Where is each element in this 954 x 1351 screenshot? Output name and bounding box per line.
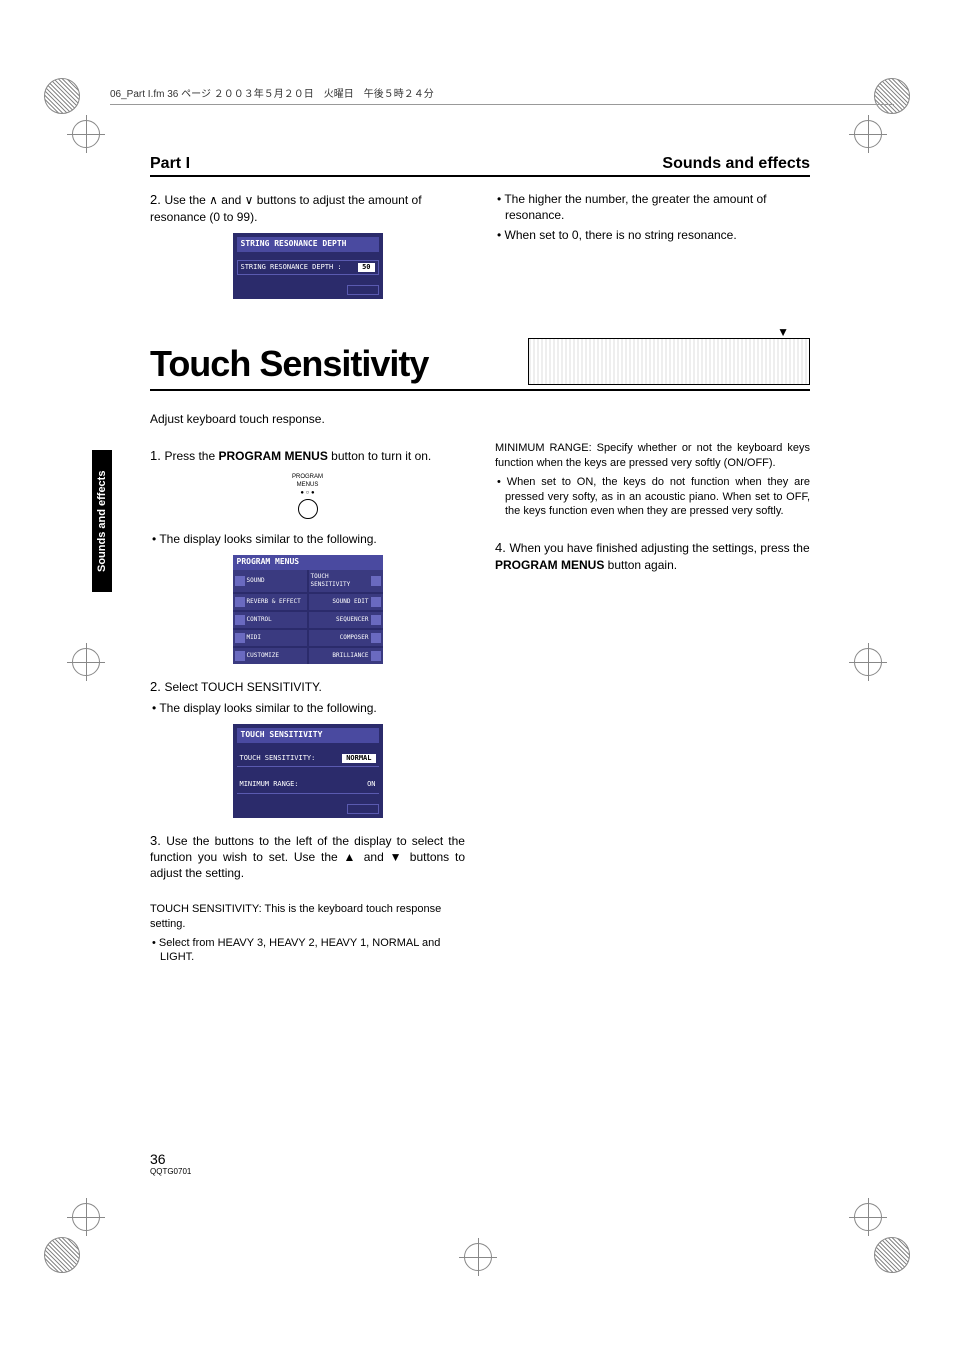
page-number: 36 — [150, 1151, 191, 1167]
section-label: Sounds and effects — [662, 155, 810, 173]
reg-mark — [854, 120, 882, 148]
crop-corner-br — [874, 1237, 910, 1273]
reg-mark — [854, 1203, 882, 1231]
program-menus-button-diagram: PROGRAM MENUS ● ○ ● — [288, 473, 328, 519]
part-label: Part I — [150, 155, 190, 173]
min-range-desc: MINIMUM RANGE: Specify whether or not th… — [495, 441, 810, 471]
reg-mark — [72, 1203, 100, 1231]
page-footer: 36 QQTG0701 — [150, 1151, 191, 1176]
note-higher-number: • The higher the number, the greater the… — [495, 191, 810, 223]
print-info-text: 06_Part I.fm 36 ページ ２００３年５月２０日 火曜日 午後５時２… — [110, 89, 434, 100]
side-tab: Sounds and effects — [92, 450, 112, 592]
note-set-zero: • When set to 0, there is no string reso… — [495, 227, 810, 243]
screen-title: STRING RESONANCE DEPTH — [237, 237, 379, 252]
program-menus-screen: PROGRAM MENUS SOUND TOUCH SENSITIVITY RE… — [233, 555, 383, 664]
reg-mark — [854, 648, 882, 676]
display-note-2: • The display looks similar to the follo… — [150, 700, 465, 716]
print-header: 06_Part I.fm 36 ページ ２００３年５月２０日 火曜日 午後５時２… — [110, 85, 894, 105]
crop-corner-bl — [44, 1237, 80, 1273]
string-resonance-screen: STRING RESONANCE DEPTH STRING RESONANCE … — [233, 233, 383, 299]
touch-sensitivity-heading: Touch Sensitivity — [150, 343, 428, 385]
crop-corner-tl — [44, 78, 80, 114]
step-1: 1. Press the PROGRAM MENUS button to tur… — [150, 447, 465, 465]
step-2-ts: 2. Select TOUCH SENSITIVITY. — [150, 678, 465, 696]
min-range-note: • When set to ON, the keys do not functi… — [495, 475, 810, 520]
ts-description: TOUCH SENSITIVITY: This is the keyboard … — [150, 902, 465, 932]
display-note-1: • The display looks similar to the follo… — [150, 531, 465, 547]
ts-options: • Select from HEAVY 3, HEAVY 2, HEAVY 1,… — [150, 936, 465, 966]
touch-sensitivity-screen: TOUCH SENSITIVITY TOUCH SENSITIVITY: NOR… — [233, 724, 383, 818]
step-2-text: 2. Use the ∧ and ∨ buttons to adjust the… — [150, 191, 465, 225]
touch-intro: Adjust keyboard touch response. — [150, 411, 465, 427]
panel-diagram — [528, 338, 810, 385]
reg-mark — [72, 648, 100, 676]
doc-code: QQTG0701 — [150, 1167, 191, 1176]
step-3: 3. Use the buttons to the left of the di… — [150, 832, 465, 882]
reg-mark — [464, 1243, 492, 1271]
reg-mark — [72, 120, 100, 148]
step-4: 4. When you have finished adjusting the … — [495, 539, 810, 573]
page-header: Part I Sounds and effects — [150, 155, 810, 177]
